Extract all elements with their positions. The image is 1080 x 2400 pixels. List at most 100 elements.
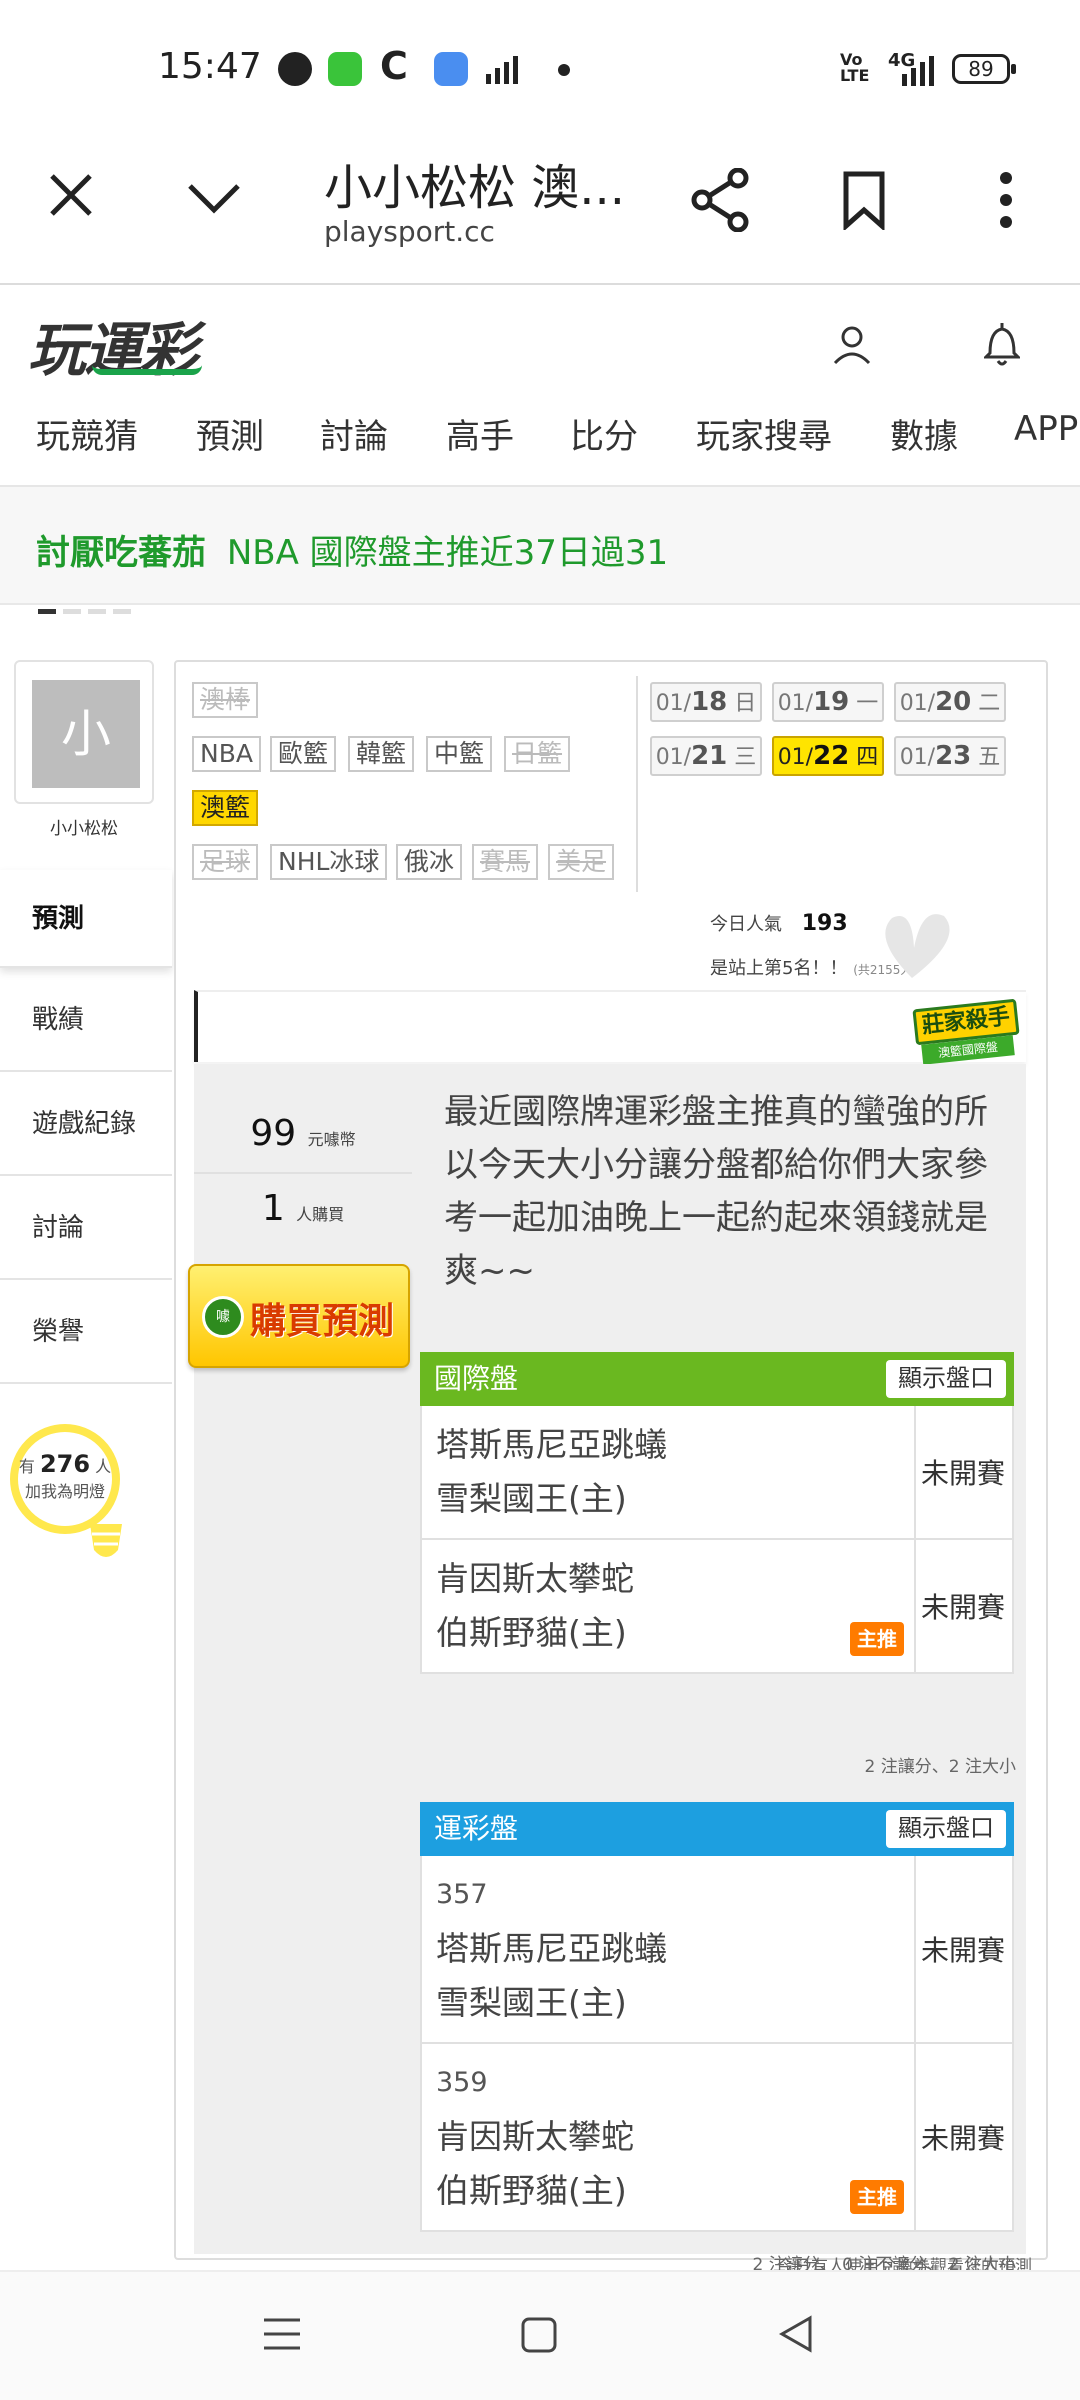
tag-euro-basketball[interactable]: 歐籃 [270,736,337,772]
tag-japan-basketball[interactable]: 日籃 [504,736,571,772]
buyer-count: 1 人購買 [261,1188,345,1229]
ticker-text[interactable]: 討厭吃蕃茄 NBA 國際盤主推近37日過31 [36,525,668,574]
date-0119[interactable]: 01/19 一 [772,682,884,722]
signal-icon [902,56,934,86]
buy-prediction-button[interactable]: 噱 購買預測 [188,1264,410,1368]
browser-toolbar: 小小松松 澳... playsport.cc [0,120,1080,285]
nav-item-player-search[interactable]: 玩家搜尋 [696,409,832,458]
buy-prediction-label: 購買預測 [250,1301,395,1342]
tag-horse-racing[interactable]: 賽馬 [472,844,539,880]
lottery-board-header: 運彩盤 顯示盤口 [420,1802,1014,1856]
coin-icon: 噱 [202,1296,244,1338]
tag-soccer[interactable]: 足球 [192,844,259,880]
intl-board: 國際盤 顯示盤口 塔斯馬尼亞跳蟻 雪梨國王(主) 未開賽 肯因斯太攀蛇 伯斯野貓(主… [420,1352,1014,1674]
butterfly-decoration-icon [885,914,950,978]
lottery-match-2: 359 肯因斯太攀蛇 伯斯野貓(主) 主推 未開賽 [420,2044,1014,2232]
browser-app-icon [434,52,468,86]
user-icon[interactable] [832,325,872,365]
intl-board-header: 國際盤 顯示盤口 [420,1352,1014,1406]
prediction-content: 99 元噱幣 1 人購買 噱 購買預測 最近國際牌運彩盤主推真的蠻強的所以今天大… [188,1064,1026,2275]
date-0121[interactable]: 01/21 三 [650,736,762,776]
nav-item-experts[interactable]: 高手 [446,409,514,458]
line-app-icon [278,52,312,86]
tag-aus-baseball[interactable]: 澳棒 [192,682,259,718]
bookmark-icon[interactable] [842,170,886,230]
page-title: 小小松松 澳... [324,160,626,216]
lottery-show-odds-button[interactable]: 顯示盤口 [886,1810,1006,1848]
fan-label: 加我為明燈 [24,1482,105,1501]
tag-american-football[interactable]: 美足 [548,844,615,880]
nav-item-scores[interactable]: 比分 [570,409,638,458]
sidemenu-item-discuss[interactable]: 討論 [0,1176,172,1280]
page-url[interactable]: playsport.cc [324,215,495,248]
avatar-card[interactable]: 小 [14,660,154,804]
close-icon[interactable] [48,172,94,218]
bell-icon[interactable] [984,321,1020,367]
nav-item-guess[interactable]: 玩競猜 [36,409,138,458]
tag-russia-hockey[interactable]: 俄冰 [396,844,463,880]
intl-match-2: 肯因斯太攀蛇 伯斯野貓(主) 主推 未開賽 [420,1540,1014,1674]
prediction-description: 最近國際牌運彩盤主推真的蠻強的所以今天大小分讓分盤都給你們大家參考一起加油晚上一… [444,1092,988,1291]
share-icon[interactable] [690,168,750,232]
tag-china-basketball[interactable]: 中籃 [426,736,493,772]
back-icon[interactable] [778,2314,814,2354]
more-vert-icon[interactable] [996,170,1016,230]
nav-item-predict[interactable]: 預測 [196,409,264,458]
status-bar: 15:47 C Vo LTE 4G 89 [0,0,1080,120]
lottery-match-1: 357 塔斯馬尼亞跳蟻 雪梨國王(主) 未開賽 [420,1856,1014,2044]
tag-nhl[interactable]: NHL冰球 [270,844,388,880]
sidemenu-item-predict[interactable]: 預測 [0,870,172,968]
bookmaker-killer-badge: 莊家殺手 澳籃國際盤 [910,994,1020,1065]
main-pick-badge: 主推 [850,1622,904,1656]
intl-board-note: 2 注讓分、2 注大小 [864,1757,1016,1777]
sidemenu-item-honors[interactable]: 榮譽 [0,1280,172,1384]
tag-nba[interactable]: NBA [192,736,261,772]
lightbulb-base-icon [90,1524,122,1557]
intl-show-odds-button[interactable]: 顯示盤口 [886,1360,1006,1398]
menu-icon[interactable] [262,2316,302,2352]
avatar[interactable]: 小 [32,680,140,788]
tag-korea-basketball[interactable]: 韓籃 [348,736,415,772]
status-time: 15:47 [158,46,262,87]
main-nav: 玩競猜 預測 討論 高手 比分 玩家搜尋 數據 APP [0,397,1080,487]
carousel-dots [38,599,138,618]
popularity-value: 193 [801,911,848,936]
battery-icon: 89 [952,54,1016,84]
notification-dot-icon [558,64,570,76]
fan-lightbulb[interactable]: 有 276 人 加我為明燈 [10,1424,120,1534]
popularity: 今日人氣 193 [710,911,848,936]
date-0118[interactable]: 01/18 日 [650,682,762,722]
tag-aus-basketball[interactable]: 澳籃 [192,790,259,826]
nav-item-data[interactable]: 數據 [890,409,958,458]
date-0120[interactable]: 01/20 二 [894,682,1006,722]
app-store-icon [328,52,362,86]
price: 99 元噱幣 [194,1094,412,1174]
main-pick-badge: 主推 [850,2180,904,2214]
ticker-author: 討厭吃蕃茄 [36,533,206,573]
match-status: 未開賽 [920,1457,1005,1490]
ticker-message: NBA 國際盤主推近37日過31 [226,533,669,573]
volte-indicator: Vo LTE [840,50,870,85]
match-status: 未開賽 [920,2122,1005,2155]
fan-count: 276 [39,1450,91,1478]
data-speed-icon [486,56,518,84]
logo-swoosh [92,365,202,375]
site-header: 玩運彩 [0,287,1080,397]
profile-name[interactable]: 小小松松 [14,814,154,839]
intl-match-1: 塔斯馬尼亞跳蟻 雪梨國王(主) 未開賽 [420,1406,1014,1540]
date-0122-selected[interactable]: 01/22 四 [772,736,884,776]
home-icon[interactable] [520,2316,558,2354]
nav-item-discuss[interactable]: 討論 [320,409,388,458]
prediction-panel: 澳棒 NBA 歐籃 韓籃 中籃 日籃 澳籃 足球 NHL冰球 俄冰 賽馬 美足 … [174,660,1048,2277]
sidemenu-item-record[interactable]: 戰績 [0,968,172,1072]
match-status: 未開賽 [920,1934,1005,1967]
nav-item-app[interactable]: APP [1014,409,1078,449]
sidemenu-item-game-log[interactable]: 遊戲紀錄 [0,1072,172,1176]
date-0123[interactable]: 01/23 五 [894,736,1006,776]
side-menu: 預測 戰績 遊戲紀錄 討論 榮譽 [0,870,172,1384]
c-app-icon: C [380,44,408,88]
match-status: 未開賽 [920,1591,1005,1624]
ticker-banner[interactable]: 討厭吃蕃茄 NBA 國際盤主推近37日過31 [0,487,1080,614]
prediction-header-bar [194,990,1026,1062]
chevron-down-icon[interactable] [186,182,242,214]
